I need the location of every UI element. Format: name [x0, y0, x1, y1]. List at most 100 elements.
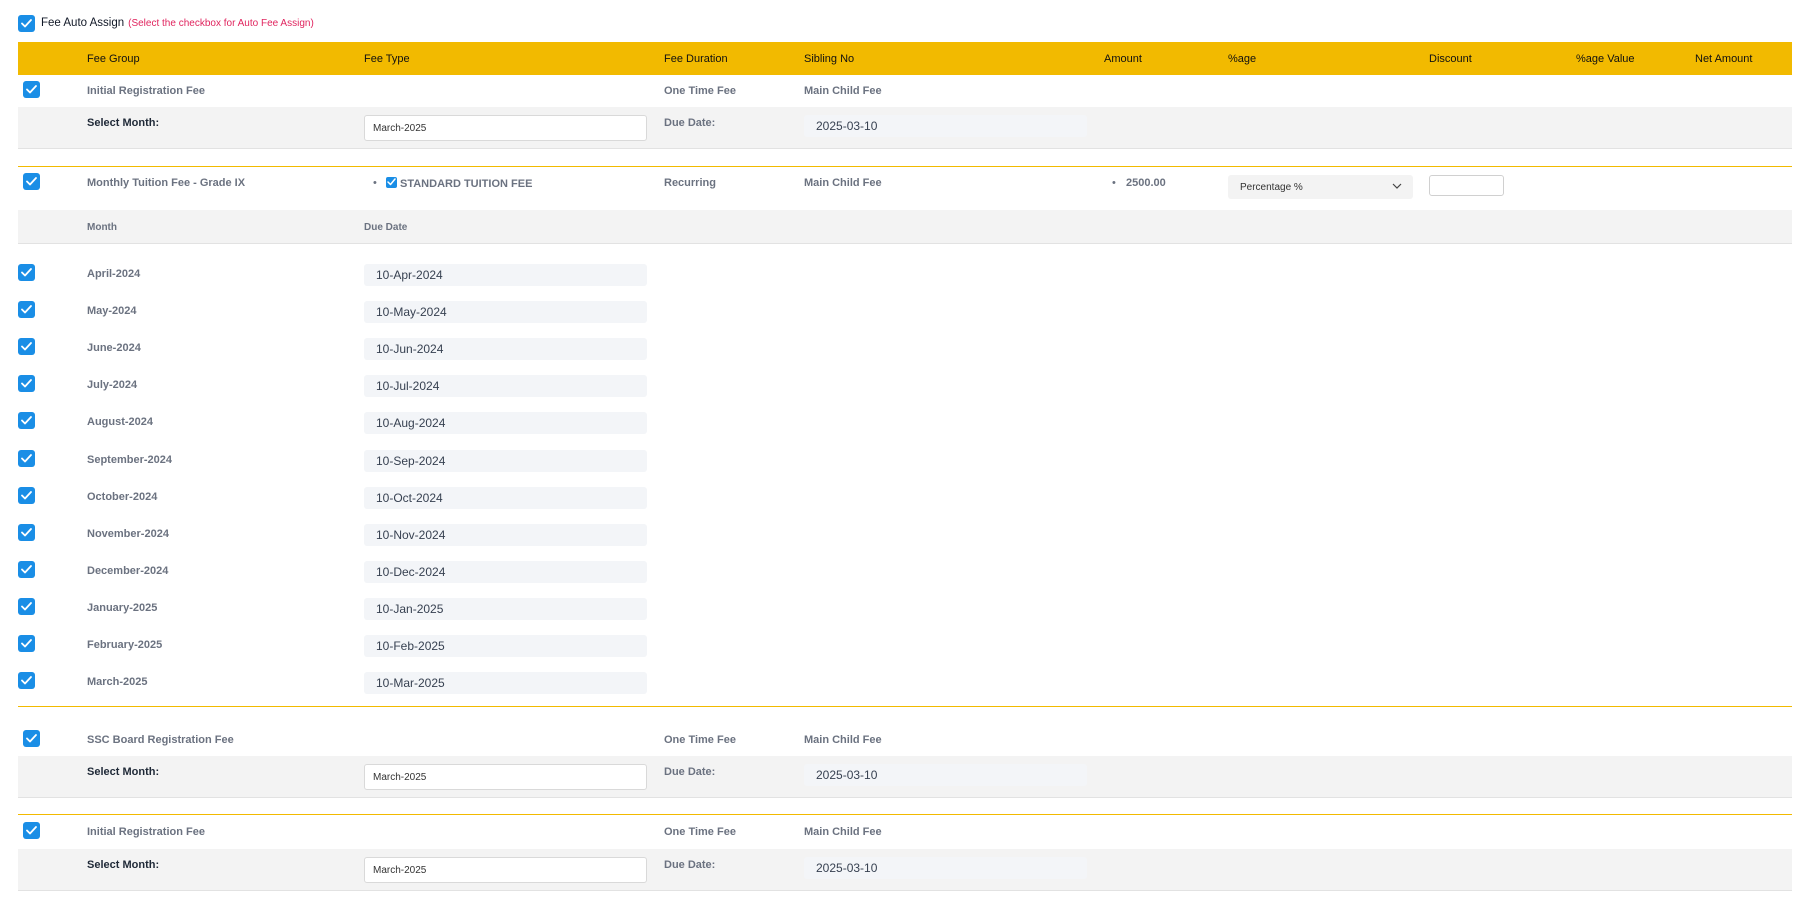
month-label: June-2024: [87, 342, 141, 355]
fee-auto-assign-checkbox[interactable]: [18, 14, 35, 32]
select-month-bar: Select Month: March-2025 Due Date: 2025-…: [18, 756, 1792, 798]
month-due-date-input[interactable]: 10-May-2024: [364, 301, 647, 324]
fee-group-checkbox[interactable]: [23, 822, 40, 839]
bullet-icon: •: [373, 177, 377, 189]
month-checkbox[interactable]: [18, 412, 35, 430]
month-label: February-2025: [87, 639, 163, 651]
check-icon: [26, 85, 37, 94]
month-checkbox[interactable]: [18, 597, 35, 615]
check-icon: [21, 342, 32, 351]
group-divider: [18, 814, 1792, 815]
month-label: September-2024: [87, 453, 172, 466]
fee-type-checkbox[interactable]: [386, 177, 397, 188]
month-due-date-input[interactable]: 10-Sep-2024: [364, 449, 647, 472]
percentage-select-value: Percentage %: [1240, 181, 1303, 193]
fee-duration: One Time Fee: [664, 734, 736, 746]
amount-value: 2500.00: [1126, 177, 1166, 189]
month-due-date-input[interactable]: 10-Oct-2024: [364, 486, 647, 509]
fee-group-checkbox[interactable]: [23, 81, 40, 98]
month-label: December-2024: [87, 564, 169, 577]
bullet-icon: •: [1112, 177, 1116, 189]
fee-group-checkbox[interactable]: [23, 173, 40, 190]
fee-duration: Recurring: [664, 177, 716, 189]
month-label: November-2024: [87, 527, 169, 540]
select-month-input[interactable]: March-2025: [364, 857, 647, 883]
discount-input[interactable]: [1429, 175, 1504, 196]
due-date-input[interactable]: 2025-03-10: [804, 115, 1087, 137]
month-due-date-input[interactable]: 10-Jun-2024: [364, 338, 647, 361]
fee-auto-assign: Fee Auto Assign (Select the checkbox for…: [18, 13, 314, 33]
select-month-label: Select Month:: [87, 117, 160, 129]
month-checkbox[interactable]: [18, 375, 35, 393]
check-icon: [26, 177, 37, 186]
month-label: April-2024: [87, 268, 141, 280]
select-month-input[interactable]: March-2025: [364, 115, 647, 141]
header-percentage-value: %age Value: [1576, 53, 1635, 65]
group-divider: [18, 166, 1792, 167]
fee-group-name: Monthly Tuition Fee - Grade IX: [87, 177, 246, 189]
month-label: July-2024: [87, 379, 138, 392]
month-label: May-2024: [87, 305, 137, 318]
check-icon: [21, 268, 32, 277]
sibling-no: Main Child Fee: [804, 734, 882, 746]
month-label: August-2024: [87, 416, 154, 429]
header-sibling-no: Sibling No: [804, 53, 855, 65]
month-checkbox[interactable]: [18, 449, 35, 467]
fee-type-item: STANDARD TUITION FEE: [386, 177, 532, 190]
month-due-date-input[interactable]: 10-Mar-2025: [364, 672, 647, 695]
month-due-date-input[interactable]: 10-Jul-2024: [364, 375, 647, 398]
month-column-header: Month: [87, 222, 117, 233]
due-date-input[interactable]: 2025-03-10: [804, 857, 1087, 879]
month-label: October-2024: [87, 490, 158, 503]
header-net-amount: Net Amount: [1695, 53, 1753, 65]
month-due-date-input[interactable]: 10-Feb-2025: [364, 635, 647, 657]
chevron-down-icon: [1392, 183, 1402, 189]
check-icon: [21, 416, 32, 425]
fee-auto-assign-label: Fee Auto Assign: [41, 17, 125, 29]
header-amount: Amount: [1104, 53, 1142, 65]
header-fee-group: Fee Group: [87, 53, 140, 65]
check-icon: [26, 826, 37, 835]
due-date-label: Due Date:: [664, 766, 716, 778]
month-due-date-input[interactable]: 10-Apr-2024: [364, 264, 647, 286]
fee-group-checkbox[interactable]: [23, 730, 40, 747]
month-label: January-2025: [87, 601, 158, 614]
month-checkbox[interactable]: [18, 672, 35, 690]
fee-duration: One Time Fee: [664, 85, 736, 97]
header-fee-duration: Fee Duration: [664, 53, 728, 65]
sibling-no: Main Child Fee: [804, 85, 882, 97]
check-icon: [21, 379, 32, 388]
month-checkbox[interactable]: [18, 338, 35, 356]
group-divider: [18, 706, 1792, 707]
check-icon: [21, 527, 32, 537]
header-discount: Discount: [1429, 53, 1472, 65]
due-date-label: Due Date:: [664, 117, 716, 129]
month-checkbox[interactable]: [18, 301, 35, 319]
fee-type-label: STANDARD TUITION FEE: [400, 178, 533, 190]
select-month-label: Select Month:: [87, 859, 160, 871]
due-date-column-header: Due Date: [364, 222, 408, 233]
header-fee-type: Fee Type: [364, 53, 410, 65]
check-icon: [21, 18, 32, 27]
select-month-input[interactable]: March-2025: [364, 764, 647, 790]
month-due-date-input[interactable]: 10-Jan-2025: [364, 597, 647, 620]
percentage-select[interactable]: Percentage %: [1228, 175, 1413, 199]
due-date-label: Due Date:: [664, 859, 716, 871]
month-due-date-input[interactable]: 10-Nov-2024: [364, 523, 647, 546]
check-icon: [21, 601, 32, 611]
month-checkbox[interactable]: [18, 635, 35, 652]
check-icon: [21, 305, 32, 314]
month-checkbox[interactable]: [18, 264, 35, 281]
month-due-date-input[interactable]: 10-Dec-2024: [364, 560, 647, 583]
check-icon: [21, 676, 32, 685]
due-date-input[interactable]: 2025-03-10: [804, 764, 1087, 786]
month-due-date-input[interactable]: 10-Aug-2024: [364, 412, 647, 435]
check-icon: [387, 178, 396, 186]
header-percentage: %age: [1228, 53, 1257, 65]
month-checkbox[interactable]: [18, 486, 35, 504]
month-label: March-2025: [87, 676, 148, 689]
check-icon: [21, 490, 32, 499]
month-checkbox[interactable]: [18, 560, 35, 578]
select-month-label: Select Month:: [87, 766, 160, 778]
month-checkbox[interactable]: [18, 523, 35, 541]
